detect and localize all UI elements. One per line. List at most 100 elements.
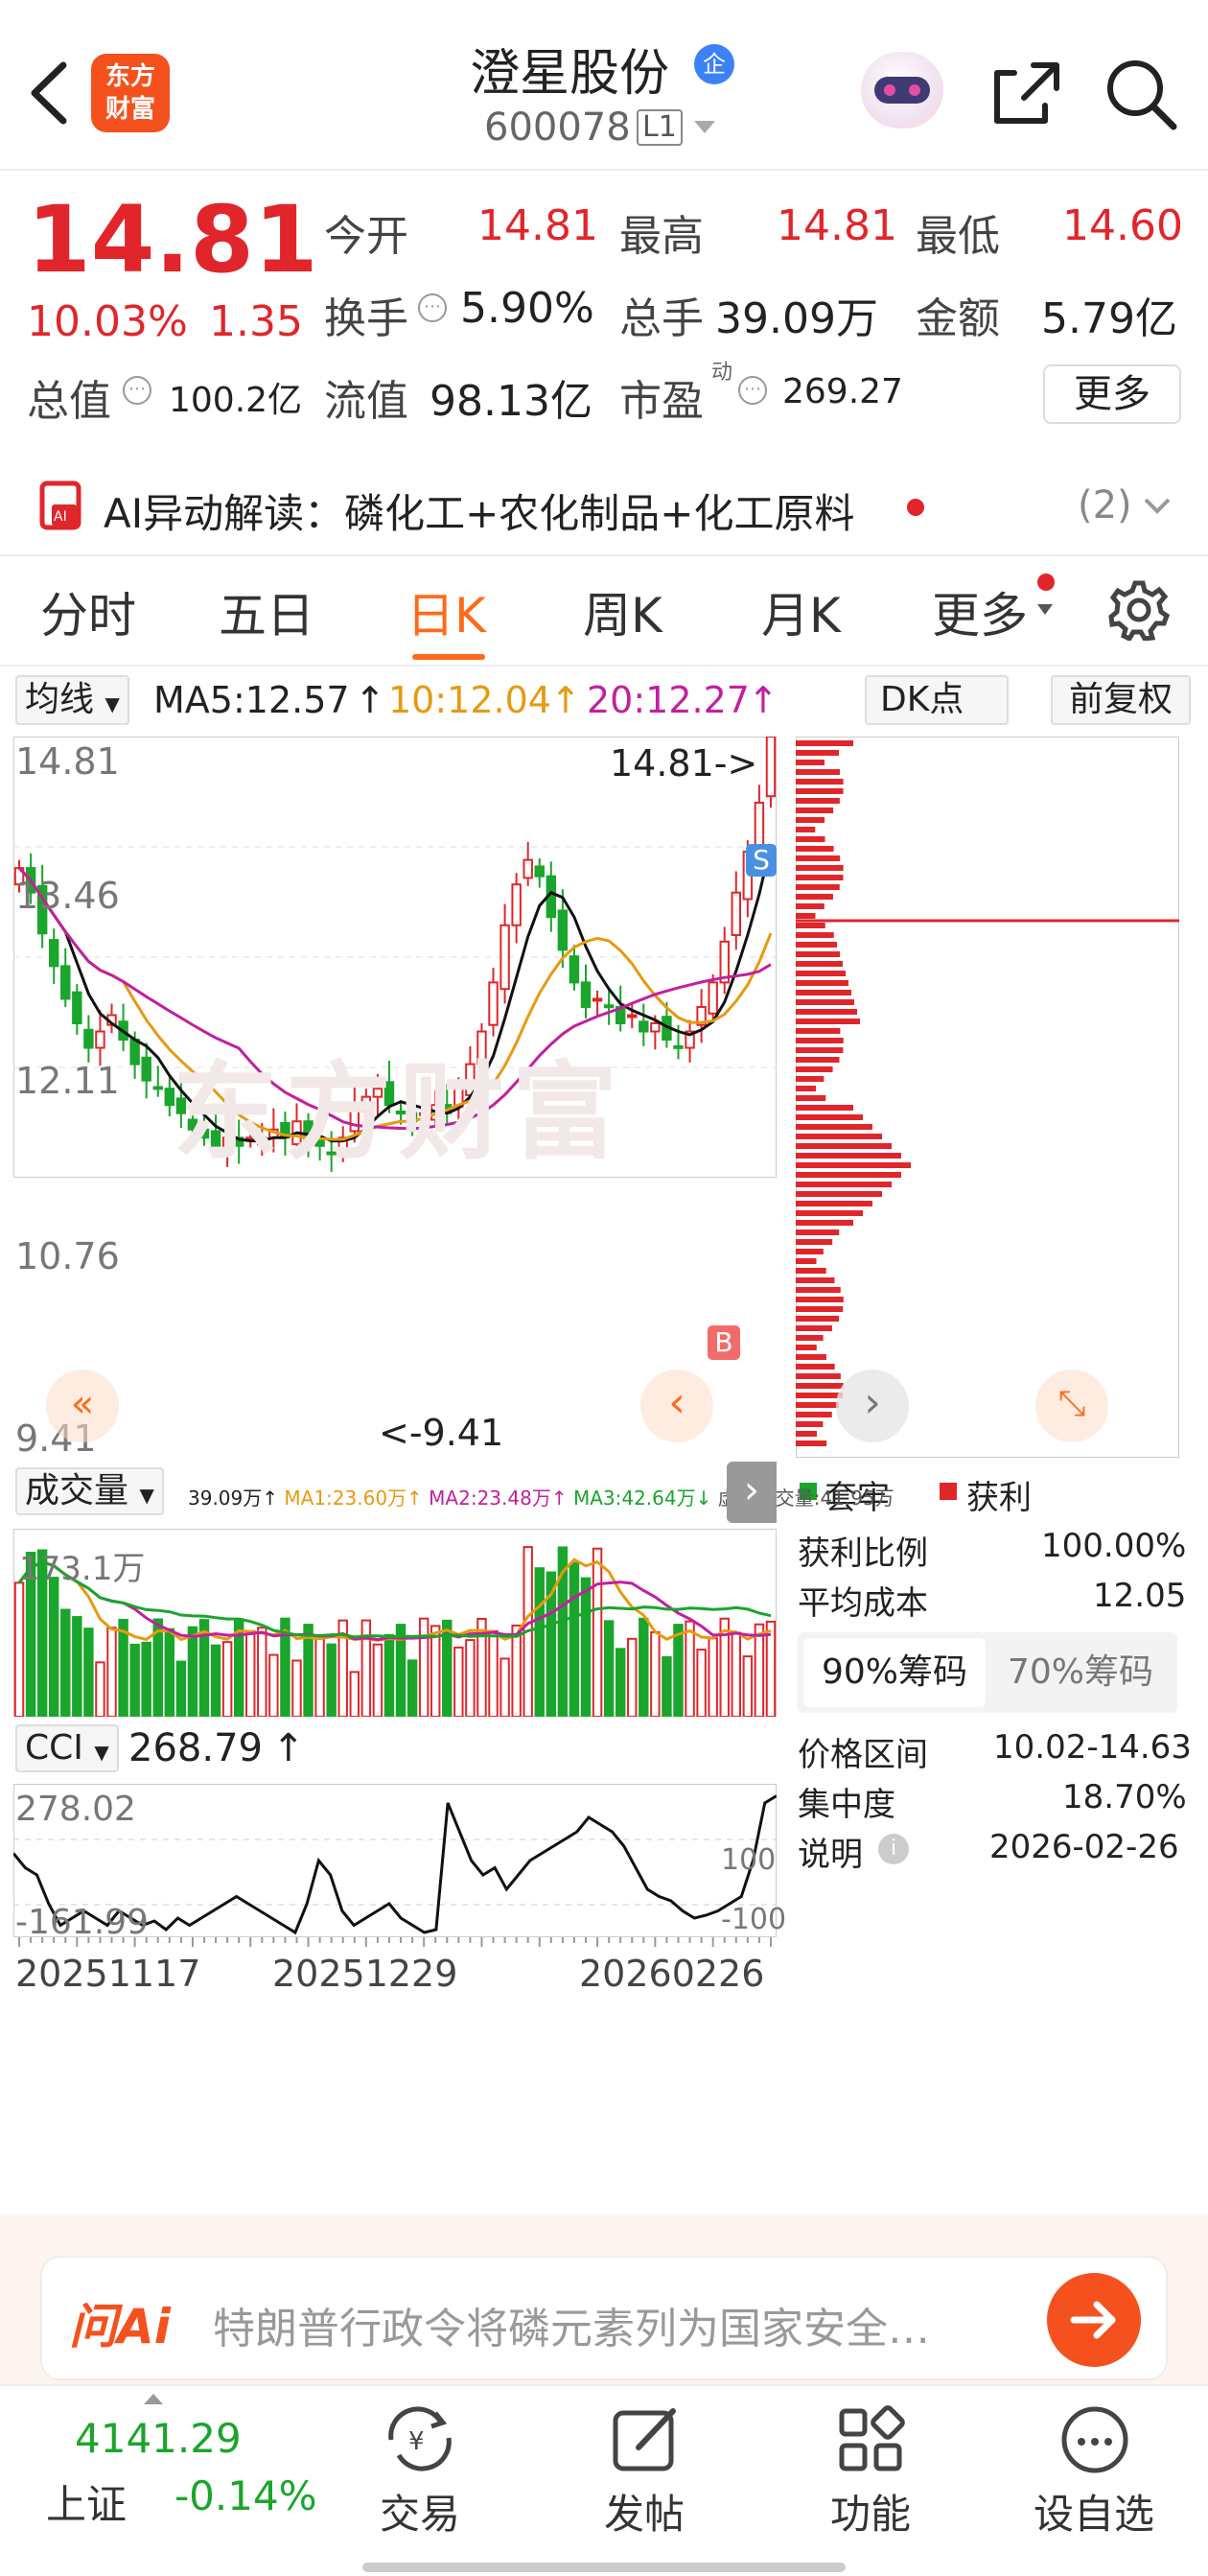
- trade-icon[interactable]: ¥: [380, 2405, 460, 2472]
- tab-chip-70[interactable]: 70%筹码: [989, 1638, 1172, 1707]
- chip-bar: [796, 1028, 841, 1034]
- chip-bar: [796, 913, 816, 919]
- info-icon[interactable]: ⋯: [738, 376, 767, 405]
- more-button[interactable]: 更多: [1043, 364, 1181, 424]
- volume-bar: [754, 1623, 765, 1717]
- level-badge[interactable]: L1: [637, 109, 683, 146]
- volume-bar: [95, 1661, 105, 1717]
- candle-body: [650, 1022, 661, 1033]
- volume-bar: [13, 1581, 25, 1717]
- min-price-marker: <-9.41: [379, 1412, 504, 1454]
- chip-bar: [796, 1316, 840, 1322]
- sell-marker[interactable]: S: [746, 844, 777, 877]
- dk-point-select[interactable]: DK点: [865, 675, 1009, 725]
- float-label: 流值: [324, 377, 408, 426]
- volume-select[interactable]: 成交量 ▼: [15, 1467, 164, 1515]
- volume-bar: [48, 1577, 59, 1717]
- tab-fiveday[interactable]: 五日: [219, 577, 314, 646]
- volume-bar: [580, 1577, 592, 1717]
- chip-bar: [796, 1258, 817, 1264]
- volume-bar: [383, 1633, 395, 1717]
- tab-daily-k[interactable]: 日K: [407, 577, 486, 646]
- app-logo: 东方 财富: [91, 54, 170, 132]
- tab-chip-90[interactable]: 90%筹码: [803, 1638, 986, 1707]
- index-change[interactable]: -0.14%: [174, 2472, 317, 2519]
- buy-marker[interactable]: B: [708, 1325, 740, 1360]
- expand-icon[interactable]: ⤡: [1035, 1370, 1108, 1442]
- chip-bar: [796, 1354, 826, 1360]
- concentration-value: 18.70%: [1062, 1778, 1187, 1816]
- ai-doc-icon: AI: [39, 480, 81, 530]
- post-edit-icon[interactable]: [610, 2403, 683, 2476]
- chip-next-button[interactable]: ›: [836, 1370, 909, 1442]
- dropdown-triangle-icon[interactable]: [1037, 604, 1053, 616]
- nav-trade-label[interactable]: 交易: [380, 2482, 460, 2541]
- search-icon[interactable]: [1103, 56, 1179, 132]
- chip-bar: [796, 865, 844, 871]
- settings-gear-icon[interactable]: [1108, 579, 1170, 641]
- volume-bar: [349, 1671, 360, 1717]
- volume-bar: [708, 1637, 718, 1717]
- info-icon[interactable]: ⋯: [123, 376, 151, 405]
- chip-bar: [796, 894, 833, 900]
- volume-bar: [499, 1657, 510, 1717]
- tab-monthly-k[interactable]: 月K: [761, 577, 841, 646]
- tab-more[interactable]: 更多: [932, 577, 1028, 646]
- chip-bar: [796, 884, 840, 890]
- back-icon[interactable]: [27, 59, 69, 127]
- chip-bar: [796, 808, 834, 813]
- chip-bar: [796, 1440, 827, 1446]
- chip-bar: [796, 1009, 857, 1015]
- ai-robot-avatar[interactable]: [861, 52, 943, 129]
- avg-cost-label: 平均成本: [798, 1584, 928, 1623]
- index-value[interactable]: 4141.29: [75, 2415, 242, 2462]
- info-circle-icon[interactable]: i: [878, 1834, 909, 1864]
- scroll-left-fast-button[interactable]: «: [46, 1370, 119, 1442]
- volume-bar: [175, 1660, 187, 1717]
- chip-bar: [796, 1431, 818, 1437]
- tab-timeshare[interactable]: 分时: [40, 577, 136, 646]
- chip-bar: [796, 750, 839, 756]
- candle-body: [499, 924, 510, 991]
- chip-bar: [796, 1277, 835, 1283]
- volume-current: 39.09万: [188, 1487, 263, 1510]
- low-value: 14.60: [1062, 201, 1183, 250]
- indicator-next-button[interactable]: ›: [727, 1462, 777, 1523]
- chip-bar: [796, 1143, 892, 1149]
- dropdown-triangle-icon[interactable]: [694, 121, 715, 134]
- share-icon[interactable]: [989, 58, 1062, 127]
- ai-insight-bar[interactable]: AI AI异动解读：磷化工+农化制品+化工原料 (2): [0, 460, 1208, 556]
- function-grid-icon[interactable]: [836, 2405, 905, 2474]
- tab-weekly-k[interactable]: 周K: [583, 577, 662, 646]
- add-watchlist-icon[interactable]: [1058, 2403, 1131, 2476]
- volume-bar: [627, 1637, 638, 1717]
- price-range-value: 10.02-14.63: [993, 1728, 1192, 1767]
- volume-bar: [72, 1616, 82, 1717]
- volume-bar: [257, 1627, 267, 1717]
- chip-bar: [796, 1076, 825, 1082]
- adjust-select[interactable]: 前复权: [1051, 675, 1191, 725]
- scroll-left-button[interactable]: ‹: [640, 1370, 713, 1442]
- nav-watch-label[interactable]: 设自选: [1034, 2482, 1154, 2541]
- candle-body: [592, 997, 603, 1002]
- info-icon[interactable]: ⋯: [418, 293, 447, 322]
- chip-bar: [796, 942, 837, 948]
- enterprise-badge: 企: [694, 44, 734, 84]
- chip-distribution-chart[interactable]: [796, 737, 1179, 1458]
- chip-bar: [796, 1412, 832, 1417]
- volume-bar: [615, 1648, 626, 1717]
- ask-ai-input[interactable]: 问Ai 特朗普行政令将磷元素列为国家安全…: [40, 2256, 1168, 2380]
- period-tabs: 分时 五日 日K 周K 月K 更多: [0, 556, 1208, 667]
- ai-insight-text: AI异动解读：磷化工+农化制品+化工原料: [104, 490, 855, 537]
- candle-body: [765, 737, 777, 798]
- chevron-down-icon[interactable]: [1143, 497, 1172, 516]
- ask-ai-submit-button[interactable]: [1047, 2273, 1141, 2367]
- nav-post-label[interactable]: 发帖: [604, 2482, 685, 2541]
- candle-body: [557, 909, 569, 951]
- index-name[interactable]: 上证: [46, 2472, 127, 2531]
- nav-func-label[interactable]: 功能: [830, 2482, 911, 2541]
- cci-select[interactable]: CCI ▼: [15, 1724, 119, 1772]
- ma-select[interactable]: 均线 ▼: [15, 675, 129, 725]
- stock-title: 澄星股份: [470, 45, 670, 103]
- avg-cost-value: 12.05: [1093, 1577, 1187, 1615]
